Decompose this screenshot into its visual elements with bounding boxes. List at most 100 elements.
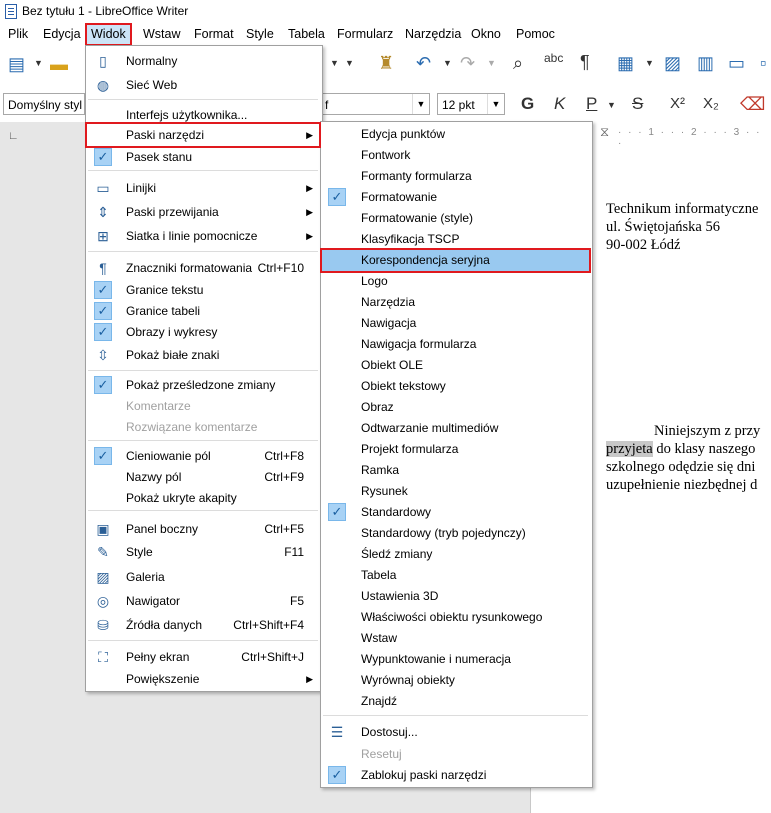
redo-dropdown-icon[interactable]: ▼ [487, 58, 496, 68]
menu-item-pelny-ekran[interactable]: ⛶ Pełny ekran Ctrl+Shift+J [88, 646, 318, 668]
menu-item-style[interactable]: ✎ Style F11 [88, 541, 318, 563]
menu-item-nawigacja-formularza[interactable]: Nawigacja formularza [322, 333, 589, 355]
menu-item-interfejs-uzytkownika[interactable]: Interfejs użytkownika... [88, 104, 318, 126]
find-replace-icon[interactable]: ⌕ [513, 53, 523, 74]
insert-chart-icon[interactable]: ▥ [697, 53, 714, 74]
menu-item-ustawienia-3d[interactable]: Ustawienia 3D [322, 585, 589, 607]
menu-item-obraz[interactable]: Obraz [322, 396, 589, 418]
menu-item-sledz-zmiany[interactable]: Śledź zmiany [322, 543, 589, 565]
doc-para-2[interactable]: przyjeta do klasy naszego [606, 441, 755, 458]
menu-item-paski-narzedzi[interactable]: Paski narzędzi ▶ [88, 124, 318, 146]
italic-button[interactable]: K [554, 94, 565, 114]
strikethrough-button[interactable]: S [632, 94, 643, 114]
menu-item-standardowy-tryb-pojedynczy[interactable]: Standardowy (tryb pojedynczy) [322, 522, 589, 544]
doc-para-3[interactable]: szkolnego odędzie się dni [606, 459, 755, 476]
menu-narzedzia[interactable]: Narzędzia [405, 27, 461, 41]
spellcheck-icon[interactable]: abc [544, 51, 563, 65]
menu-item-wstaw[interactable]: Wstaw [322, 627, 589, 649]
menu-format[interactable]: Format [194, 27, 234, 41]
doc-para-1[interactable]: Niniejszym z przy [654, 423, 760, 440]
menu-item-korespondencja-seryjna[interactable]: Korespondencja seryjna [322, 249, 589, 271]
menu-item-znajdz[interactable]: Znajdź [322, 690, 589, 712]
menu-item-granice-tabeli[interactable]: ✓ Granice tabeli [88, 300, 318, 322]
menu-item-formatowanie-style[interactable]: Formatowanie (style) [322, 207, 589, 229]
menu-item-siec-web[interactable]: ◍ Sieć Web [88, 74, 318, 96]
doc-line-2[interactable]: ul. Świętojańska 56 [606, 219, 720, 236]
menu-tabela[interactable]: Tabela [288, 27, 325, 41]
doc-line-3[interactable]: 90-002 Łódź [606, 237, 681, 254]
bold-button[interactable]: G [521, 94, 534, 114]
menu-item-paski-przewijania[interactable]: ⇕ Paski przewijania ▶ [88, 201, 318, 223]
menu-item-klasyfikacja-tscp[interactable]: Klasyfikacja TSCP [322, 228, 589, 250]
menu-item-obrazy-i-wykresy[interactable]: ✓ Obrazy i wykresy [88, 321, 318, 343]
menu-edycja[interactable]: Edycja [43, 27, 81, 41]
menu-item-powiekszenie[interactable]: Powiększenie ▶ [88, 668, 318, 690]
menu-item-logo[interactable]: Logo [322, 270, 589, 292]
subscript-button[interactable]: X₂ [703, 95, 719, 112]
menu-item-galeria[interactable]: ▨ Galeria [88, 566, 318, 588]
menu-item-rysunek[interactable]: Rysunek [322, 480, 589, 502]
menu-item-cieniowanie-pol[interactable]: ✓ Cieniowanie pól Ctrl+F8 [88, 445, 318, 467]
formatting-marks-icon[interactable]: ¶ [580, 52, 590, 73]
menu-item-pokaz-przesledzone-zmiany[interactable]: ✓ Pokaż prześledzone zmiany [88, 374, 318, 396]
menu-item-siatka-i-linie-pomocnicze[interactable]: ⊞ Siatka i linie pomocnicze ▶ [88, 225, 318, 247]
menu-item-pasek-stanu[interactable]: ✓ Pasek stanu [88, 146, 318, 168]
menu-plik[interactable]: Plik [8, 27, 28, 41]
menu-item-pokaz-ukryte-akapity[interactable]: Pokaż ukryte akapity [88, 487, 318, 509]
undo-dropdown-icon[interactable]: ▼ [443, 58, 452, 68]
insert-textbox-icon[interactable]: ▭ [728, 53, 745, 74]
menu-item-wypunktowanie-i-numeracja[interactable]: Wypunktowanie i numeracja [322, 648, 589, 670]
font-name-combo[interactable]: f ▼ [320, 93, 430, 115]
clear-formatting-icon[interactable]: ⌫ [740, 94, 765, 115]
menu-item-wlasciwosci-obiektu-rysunkowego[interactable]: Właściwości obiektu rysunkowego [322, 606, 589, 628]
table-dropdown-icon[interactable]: ▼ [645, 58, 654, 68]
menu-item-granice-tekstu[interactable]: ✓ Granice tekstu [88, 279, 318, 301]
menu-item-formatowanie[interactable]: ✓ Formatowanie [322, 186, 589, 208]
menu-item-edycja-punktow[interactable]: Edycja punktów [322, 123, 589, 145]
new-dropdown-icon[interactable]: ▼ [34, 58, 43, 68]
menu-item-tabela[interactable]: Tabela [322, 564, 589, 586]
menu-item-normalny[interactable]: ▯ Normalny [88, 50, 318, 72]
menu-item-panel-boczny[interactable]: ▣ Panel boczny Ctrl+F5 [88, 518, 318, 540]
menu-item-obiekt-ole[interactable]: Obiekt OLE [322, 354, 589, 376]
doc-line-1[interactable]: Technikum informatyczne [606, 201, 758, 218]
menu-item-fontwork[interactable]: Fontwork [322, 144, 589, 166]
menu-item-zrodla-danych[interactable]: ⛁ Źródła danych Ctrl+Shift+F4 [88, 614, 318, 636]
menu-wstaw[interactable]: Wstaw [143, 27, 181, 41]
clone-dropdown-icon[interactable]: ▼ [345, 58, 354, 68]
doc-para-4[interactable]: uzupełnienie niezbędnej d [606, 477, 757, 494]
menu-item-projekt-formularza[interactable]: Projekt formularza [322, 438, 589, 460]
menu-style[interactable]: Style [246, 27, 274, 41]
menu-item-formanty-formularza[interactable]: Formanty formularza [322, 165, 589, 187]
insert-image-icon[interactable]: ▨ [664, 53, 681, 74]
menu-item-nazwy-pol[interactable]: Nazwy pól Ctrl+F9 [88, 466, 318, 488]
undo-icon[interactable]: ↶ [416, 53, 431, 74]
underline-dropdown-icon[interactable]: ▼ [607, 100, 616, 110]
menu-item-pokaz-biale-znaki[interactable]: ⇳ Pokaż białe znaki [88, 344, 318, 366]
menu-item-ramka[interactable]: Ramka [322, 459, 589, 481]
menu-widok[interactable]: Widok [85, 23, 132, 46]
paragraph-style-combo[interactable]: Domyślny styl a [3, 93, 85, 134]
menu-item-linijki[interactable]: ▭ Linijki ▶ [88, 177, 318, 199]
more-toolbar-icon[interactable]: ▫ [760, 53, 766, 74]
new-document-icon[interactable]: ▤ [8, 54, 25, 75]
indent-marker-icon[interactable]: ⧖ [600, 124, 609, 140]
clone-formatting-icon[interactable]: ♜ [378, 53, 394, 74]
open-folder-icon[interactable]: ▬ [50, 54, 68, 75]
underline-button[interactable]: P [586, 94, 597, 114]
menu-item-odtwarzanie-multimediow[interactable]: Odtwarzanie multimediów [322, 417, 589, 439]
menu-item-narzedzia[interactable]: Narzędzia [322, 291, 589, 313]
insert-table-icon[interactable]: ▦ [617, 53, 634, 74]
menu-item-znaczniki-formatowania[interactable]: ¶ Znaczniki formatowania Ctrl+F10 [88, 257, 318, 279]
menu-item-nawigacja[interactable]: Nawigacja [322, 312, 589, 334]
superscript-button[interactable]: X² [670, 95, 685, 112]
paste-dropdown-icon[interactable]: ▼ [330, 58, 339, 68]
redo-icon[interactable]: ↷ [460, 53, 475, 74]
menu-formularz[interactable]: Formularz [337, 27, 393, 41]
font-size-combo[interactable]: 12 pkt ▼ [437, 93, 505, 115]
menu-pomoc[interactable]: Pomoc [516, 27, 555, 41]
horizontal-ruler[interactable]: ⧖ · · · 1 · · · 2 · · · 3 · · · [590, 124, 771, 149]
menu-okno[interactable]: Okno [471, 27, 501, 41]
menu-item-nawigator[interactable]: ◎ Nawigator F5 [88, 590, 318, 612]
menu-item-dostosuj[interactable]: ☰ Dostosuj... [322, 721, 589, 743]
